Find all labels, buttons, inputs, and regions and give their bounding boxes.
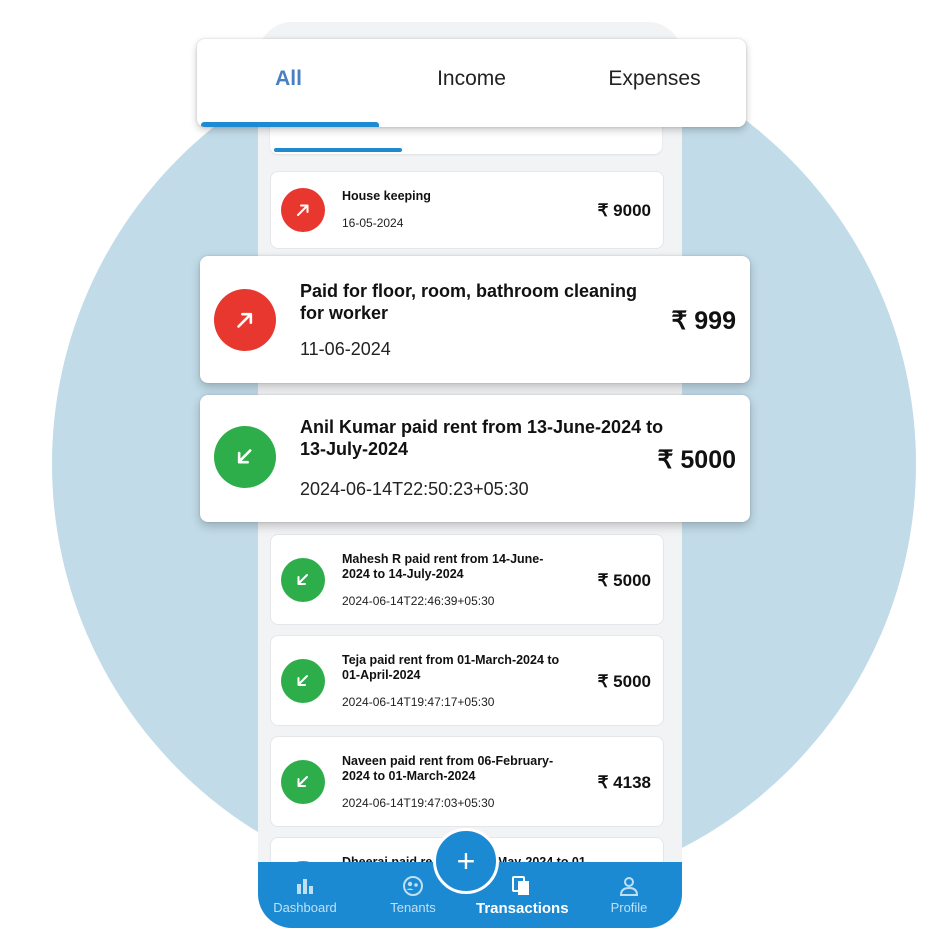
- income-arrow-icon: [281, 760, 325, 804]
- transaction-amount: ₹ 5000: [597, 672, 651, 691]
- tab-expenses[interactable]: Expenses: [563, 67, 746, 91]
- transaction-title: Paid for floor, room, bathroom cleaning …: [300, 281, 638, 323]
- transaction-card-highlighted[interactable]: Anil Kumar paid rent from 13-June-2024 t…: [200, 395, 750, 522]
- transaction-title: Anil Kumar paid rent from 13-June-2024 t…: [300, 417, 664, 459]
- tenants-icon: [403, 876, 423, 896]
- income-arrow-icon: [281, 558, 325, 602]
- income-arrow-icon: [214, 426, 276, 488]
- transaction-amount: ₹ 5000: [657, 446, 736, 474]
- tab-income[interactable]: Income: [380, 67, 563, 91]
- income-arrow-icon: [281, 659, 325, 703]
- transaction-title: Mahesh R paid rent from 14-June-2024 to …: [342, 552, 544, 581]
- phone-tab-indicator: [274, 148, 402, 152]
- transaction-amount: ₹ 5000: [597, 571, 651, 590]
- tab-active-indicator: [201, 122, 379, 127]
- transaction-title: House keeping: [342, 189, 431, 203]
- transaction-amount: ₹ 4138: [597, 773, 651, 792]
- nav-profile[interactable]: Profile: [584, 874, 674, 915]
- transaction-date: 2024-06-14T19:47:03+05:30: [342, 796, 495, 810]
- transaction-amount: ₹ 999: [671, 307, 736, 335]
- nav-label: Transactions: [476, 900, 569, 917]
- nav-label: Tenants: [390, 900, 436, 915]
- nav-label: Profile: [610, 900, 648, 915]
- transaction-amount: ₹ 9000: [597, 201, 651, 220]
- nav-label: Dashboard: [273, 900, 337, 915]
- transaction-date: 2024-06-14T19:47:17+05:30: [342, 695, 495, 709]
- transaction-date: 2024-06-14T22:46:39+05:30: [342, 594, 495, 608]
- bar-chart-icon: [297, 879, 313, 894]
- transaction-title: Teja paid rent from 01-March-2024 to 01-…: [342, 653, 560, 682]
- transaction-date: 16-05-2024: [342, 216, 404, 230]
- nav-dashboard[interactable]: Dashboard: [260, 874, 350, 915]
- person-icon: [619, 877, 639, 896]
- documents-icon: [512, 876, 529, 895]
- transaction-card-highlighted[interactable]: Paid for floor, room, bathroom cleaning …: [200, 256, 750, 383]
- transaction-card[interactable]: Teja paid rent from 01-March-2024 to 01-…: [270, 635, 664, 726]
- filter-tabs: All Income Expenses: [197, 39, 746, 127]
- transaction-card[interactable]: House keeping 16-05-2024 ₹ 9000: [270, 171, 664, 249]
- transaction-card[interactable]: Mahesh R paid rent from 14-June-2024 to …: [270, 534, 664, 625]
- transaction-date: 11-06-2024: [300, 339, 391, 359]
- tab-all[interactable]: All: [197, 67, 380, 91]
- expense-arrow-icon: [281, 188, 325, 232]
- transaction-date: 2024-06-14T22:50:23+05:30: [300, 479, 529, 499]
- transaction-title: Naveen paid rent from 06-February-2024 t…: [342, 754, 554, 783]
- transaction-card[interactable]: Naveen paid rent from 06-February-2024 t…: [270, 736, 664, 827]
- expense-arrow-icon: [214, 289, 276, 351]
- add-transaction-button[interactable]: +: [433, 828, 499, 894]
